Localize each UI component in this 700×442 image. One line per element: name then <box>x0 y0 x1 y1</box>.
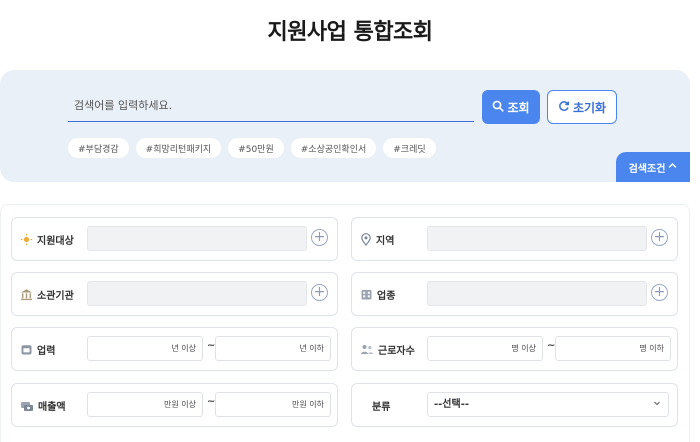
search-conditions-toggle[interactable]: 검색조건 <box>616 152 690 182</box>
money-icon <box>20 399 34 412</box>
bank-icon <box>20 288 33 301</box>
filter-region: 지역 + <box>351 217 678 261</box>
filter-label: 업력 <box>37 345 56 357</box>
reset-button-label: 초기화 <box>572 100 607 115</box>
filter-category: 분류 --선택-- <box>351 383 678 427</box>
people-icon <box>360 343 374 356</box>
filter-label: 매출액 <box>38 401 66 413</box>
plus-circle-icon[interactable]: + <box>651 229 668 246</box>
plus-circle-icon[interactable]: + <box>311 284 328 301</box>
keyword-tags: #부담경감 #희망리턴패키지 #50만원 #소상공인확인서 #크레딧 <box>68 138 436 158</box>
keyword-tag[interactable]: #크레딧 <box>383 138 436 158</box>
filter-label: 지원대상 <box>37 235 74 247</box>
filter-revenue: 매출액 만원 이상 ~ 만원 이하 <box>11 383 338 427</box>
employees-min-input[interactable]: 명 이상 <box>427 336 543 361</box>
location-pin-icon <box>360 232 372 246</box>
agency-field[interactable] <box>87 281 307 306</box>
revenue-max-input[interactable]: 만원 이하 <box>215 392 331 417</box>
building-icon <box>360 288 373 301</box>
refresh-icon <box>558 100 573 115</box>
keyword-tag[interactable]: #희망리턴패키지 <box>135 138 222 158</box>
filter-agency: 소관기관 + <box>11 272 338 316</box>
category-selected: --선택-- <box>434 399 470 410</box>
filter-label: 근로자수 <box>378 345 415 357</box>
filter-label: 업종 <box>377 290 396 302</box>
chevron-down-icon <box>653 393 661 416</box>
keyword-tag[interactable]: #소상공인확인서 <box>290 138 377 158</box>
filter-panel: 지원대상 + 지역 + 소관기관 + 업종 + 업력 년 이상 ~ 년 이하 근… <box>0 204 690 442</box>
filter-label: 소관기관 <box>37 290 74 302</box>
search-icon <box>492 100 507 115</box>
filter-business-years: 업력 년 이상 ~ 년 이하 <box>11 327 338 371</box>
reset-button[interactable]: 초기화 <box>547 90 617 124</box>
search-panel: 조회 초기화 #부담경감 #희망리턴패키지 #50만원 #소상공인확인서 #크레… <box>0 70 690 182</box>
industry-field[interactable] <box>427 281 647 306</box>
chevron-up-icon <box>668 161 677 173</box>
revenue-min-input[interactable]: 만원 이상 <box>87 392 203 417</box>
region-field[interactable] <box>427 226 647 251</box>
business-years-max-input[interactable]: 년 이하 <box>215 336 331 361</box>
search-input[interactable] <box>68 90 474 122</box>
support-target-field[interactable] <box>87 226 307 251</box>
search-conditions-label: 검색조건 <box>628 163 666 175</box>
search-button-label: 조회 <box>507 100 530 115</box>
plus-circle-icon[interactable]: + <box>651 284 668 301</box>
calendar-icon <box>20 343 33 356</box>
keyword-tag[interactable]: #부담경감 <box>68 138 129 158</box>
filter-industry: 업종 + <box>351 272 678 316</box>
filter-support-target: 지원대상 + <box>11 217 338 261</box>
filter-label: 지역 <box>376 235 395 247</box>
keyword-tag[interactable]: #50만원 <box>228 138 284 158</box>
business-years-min-input[interactable]: 년 이상 <box>87 336 203 361</box>
employees-max-input[interactable]: 명 이하 <box>555 336 671 361</box>
filter-label: 분류 <box>372 401 391 413</box>
category-select[interactable]: --선택-- <box>427 392 669 417</box>
filter-employees: 근로자수 명 이상 ~ 명 이하 <box>351 327 678 371</box>
search-button[interactable]: 조회 <box>482 90 540 124</box>
plus-circle-icon[interactable]: + <box>311 229 328 246</box>
page-title: 지원사업 통합조회 <box>267 20 433 45</box>
sun-icon <box>20 233 33 246</box>
